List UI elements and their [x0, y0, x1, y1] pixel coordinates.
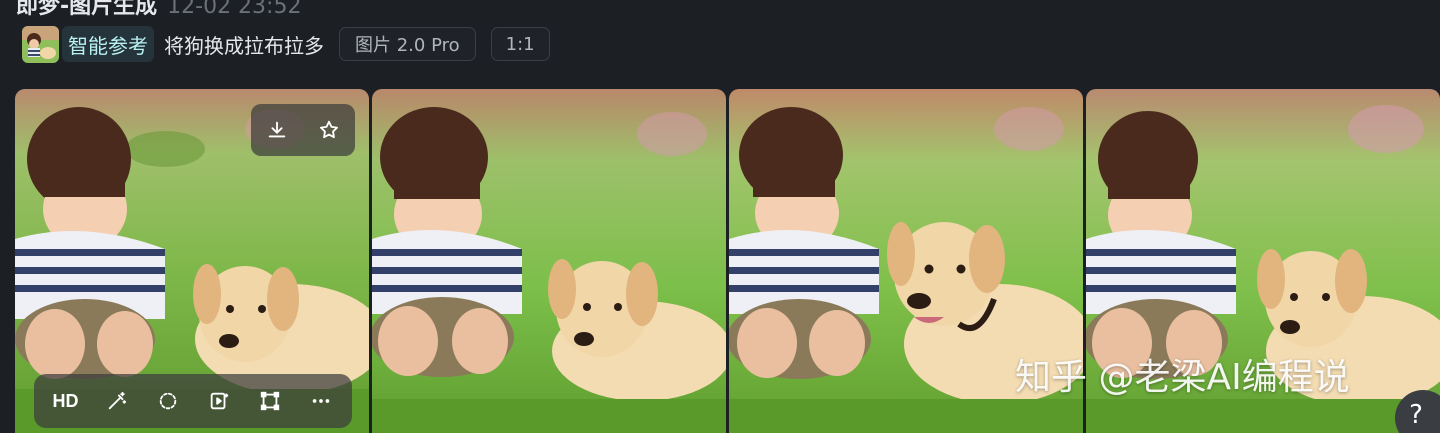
prompt-text: 将狗换成拉布拉多 [164, 33, 324, 58]
more-icon[interactable] [301, 381, 341, 421]
watermark-text: 知乎 @老梁AI编程说 [1015, 357, 1350, 398]
eraser-icon[interactable] [148, 381, 188, 421]
generation-header: 即梦-图片生成 12-02 23:52 [16, 0, 301, 20]
generation-title: 即梦-图片生成 [16, 0, 158, 19]
generated-image-1[interactable]: HD [15, 89, 369, 433]
download-icon[interactable] [257, 110, 297, 150]
image-action-bar [251, 104, 355, 156]
generation-time: 12-02 23:52 [167, 0, 302, 19]
star-icon[interactable] [309, 110, 349, 150]
generated-image-2[interactable] [372, 89, 726, 433]
magic-wand-icon[interactable] [97, 381, 137, 421]
image-generation-panel: 即梦-图片生成 12-02 23:52 智能参考 将狗换成拉布拉多 图片 2.0 … [0, 0, 1440, 433]
hd-upscale-button[interactable]: HD [46, 391, 86, 412]
help-icon: ? [1409, 400, 1423, 430]
expand-icon[interactable] [250, 381, 290, 421]
video-icon[interactable] [199, 381, 239, 421]
reference-thumbnail[interactable] [22, 25, 59, 63]
image-edit-toolbar: HD [34, 374, 352, 428]
model-tag[interactable]: 图片 2.0 Pro [339, 27, 476, 61]
prompt-row: 智能参考 将狗换成拉布拉多 图片 2.0 Pro 1:1 [22, 25, 550, 63]
smart-reference-chip[interactable]: 智能参考 [62, 26, 154, 62]
ratio-tag[interactable]: 1:1 [490, 27, 550, 61]
